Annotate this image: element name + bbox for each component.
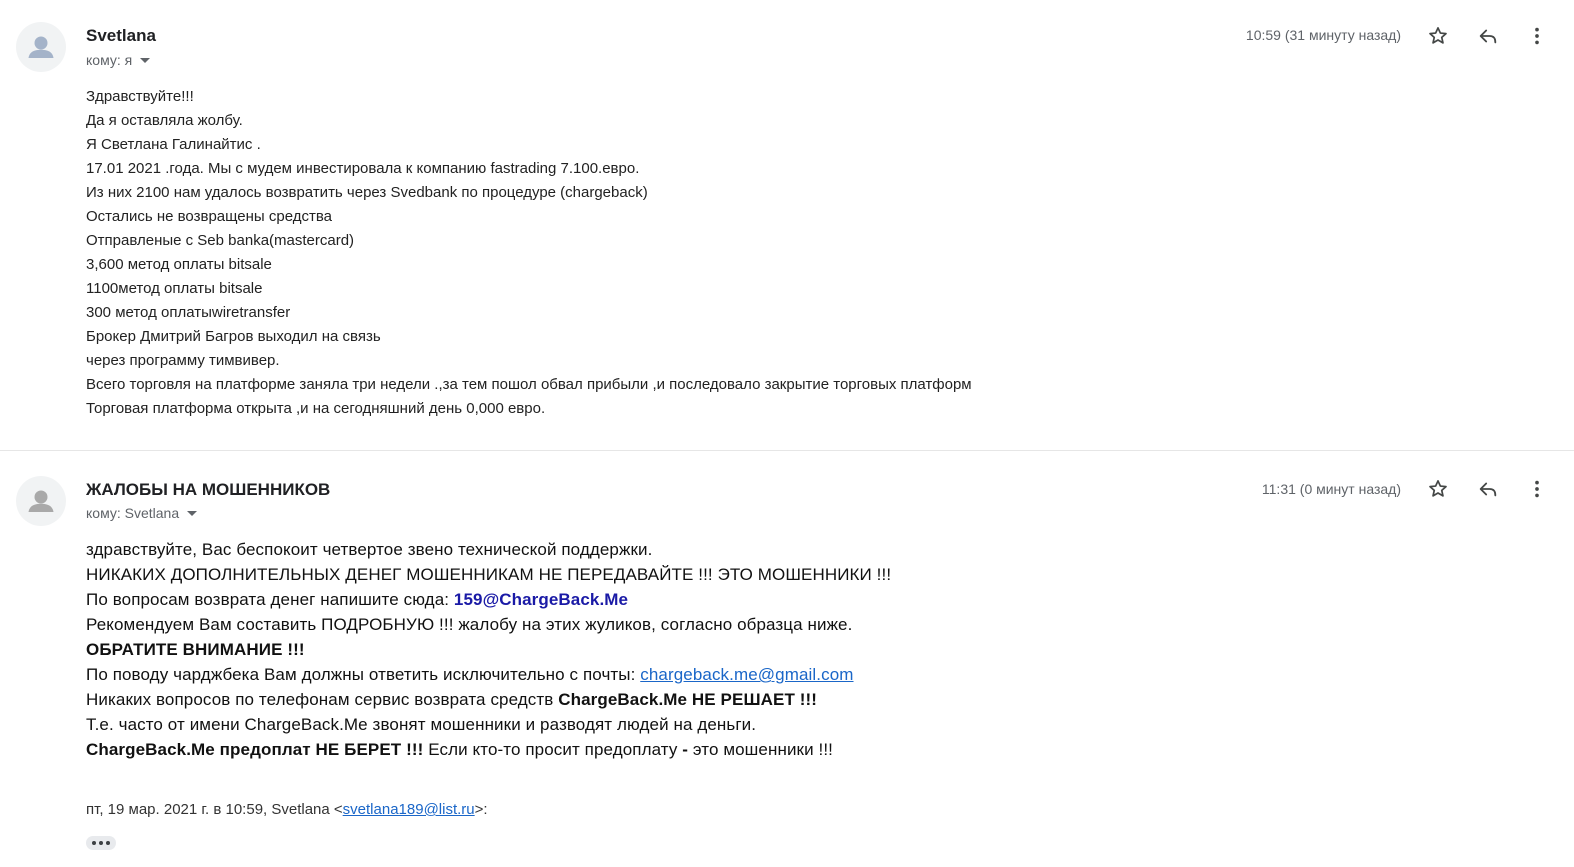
body-line: Да я оставляла жолбу.	[86, 112, 243, 129]
sender-name: ЖАЛОБЫ НА МОШЕННИКОВ	[86, 480, 331, 499]
body-line: Т.е. часто от имени ChargeBack.Me звонят…	[86, 715, 757, 734]
body-line: ChargeBack.Me предоплат НЕ БЕРЕТ !!! Есл…	[86, 737, 891, 762]
show-trimmed-content-button[interactable]	[86, 836, 116, 850]
body-line: Никаких вопросов по телефонам сервис воз…	[86, 687, 891, 712]
body-line: Брокер Дмитрий Багров выходил на связь	[86, 328, 381, 345]
reply-icon	[1479, 29, 1497, 44]
body-line: Отправленые с Seb banka(mastercard)	[86, 232, 355, 249]
body-line: 3,600 метод оплаты bitsale	[86, 256, 272, 273]
body-line: Из них 2100 нам удалось возвратить через…	[86, 184, 648, 201]
recipient-dropdown[interactable]: кому: Svetlana	[86, 505, 198, 521]
more-options-button[interactable]	[1523, 475, 1551, 503]
caret-down-icon	[140, 58, 151, 63]
body-line: через программу тимвивер.	[86, 352, 280, 369]
reply-button[interactable]	[1474, 475, 1502, 503]
avatar-icon[interactable]	[16, 22, 66, 72]
body-text: Если кто-то просит предоплату	[423, 740, 683, 759]
star-icon	[1429, 480, 1447, 497]
avatar-icon[interactable]	[16, 476, 66, 526]
more-vert-icon	[1535, 27, 1539, 45]
message-2: ЖАЛОБЫ НА МОШЕННИКОВ кому: Svetlana 11:3…	[0, 452, 1574, 867]
support-email-link[interactable]: 159@ChargeBack.Me	[454, 590, 628, 609]
body-line: Всего торговля на платформе заняла три н…	[86, 376, 972, 393]
quoted-email-link[interactable]: svetlana189@list.ru	[343, 801, 475, 818]
person-icon	[28, 36, 54, 58]
star-icon	[1429, 27, 1447, 44]
body-line: По вопросам возврата денег напишите сюда…	[86, 587, 891, 612]
star-button[interactable]	[1424, 22, 1452, 50]
body-line: 1100метод оплаты bitsale	[86, 280, 263, 297]
recipient-label: кому: я	[86, 52, 133, 68]
more-vert-icon	[1535, 480, 1539, 498]
body-line: Я Светлана Галинайтис .	[86, 136, 261, 153]
message-body: Здравствуйте!!! Да я оставляла жолбу. Я …	[86, 85, 972, 421]
body-line: 17.01 2021 .года. Мы с мудем инвестирова…	[86, 160, 640, 177]
body-text: По поводу чарджбека Вам должны ответить …	[86, 665, 641, 684]
quote-suffix: >:	[474, 801, 488, 818]
more-options-button[interactable]	[1523, 22, 1551, 50]
quote-prefix: пт, 19 мар. 2021 г. в 10:59, Svetlana <	[86, 801, 343, 818]
body-text: это мошенники !!!	[688, 740, 833, 759]
reply-button[interactable]	[1474, 22, 1502, 50]
gmail-email-link[interactable]: chargeback.me@gmail.com	[640, 665, 853, 684]
message-body: здравствуйте, Вас беспокоит четвертое зв…	[86, 537, 891, 762]
body-line: По поводу чарджбека Вам должны ответить …	[86, 662, 891, 687]
message-1: Svetlana кому: я 10:59 (31 минуту назад)…	[0, 0, 1574, 450]
recipient-dropdown[interactable]: кому: я	[86, 52, 151, 68]
reply-icon	[1479, 482, 1497, 497]
quoted-header: пт, 19 мар. 2021 г. в 10:59, Svetlana <s…	[86, 801, 488, 818]
body-bold-text: ChargeBack.Me предоплат НЕ БЕРЕТ !!!	[86, 740, 424, 759]
ellipsis-icon	[106, 841, 110, 845]
body-line: Торговая платформа открыта ,и на сегодня…	[86, 400, 546, 417]
body-text: По вопросам возврата денег напишите сюда…	[86, 590, 454, 609]
person-icon	[28, 490, 54, 512]
body-line: здравствуйте, Вас беспокоит четвертое зв…	[86, 540, 653, 559]
body-text: Никаких вопросов по телефонам сервис воз…	[86, 690, 559, 709]
attention-heading: ОБРАТИТЕ ВНИМАНИЕ !!!	[86, 640, 305, 659]
caret-down-icon	[187, 511, 198, 516]
message-divider	[0, 450, 1574, 451]
recipient-label: кому: Svetlana	[86, 505, 180, 521]
message-time: 11:31 (0 минут назад)	[1261, 481, 1401, 497]
message-time: 10:59 (31 минуту назад)	[1245, 27, 1401, 43]
body-line: НИКАКИХ ДОПОЛНИТЕЛЬНЫХ ДЕНЕГ МОШЕННИКАМ …	[86, 565, 892, 584]
body-line: 300 метод оплатыwiretransfer	[86, 304, 291, 321]
body-line: Рекомендуем Вам составить ПОДРОБНУЮ !!! …	[86, 615, 853, 634]
body-bold-text: ChargeBack.Me НЕ РЕШАЕТ !!!	[558, 690, 818, 709]
body-line: Здравствуйте!!!	[86, 88, 194, 105]
sender-name: Svetlana	[86, 26, 156, 45]
body-line: Остались не возвращены средства	[86, 208, 332, 225]
star-button[interactable]	[1424, 475, 1452, 503]
ellipsis-icon	[99, 841, 103, 845]
ellipsis-icon	[92, 841, 96, 845]
